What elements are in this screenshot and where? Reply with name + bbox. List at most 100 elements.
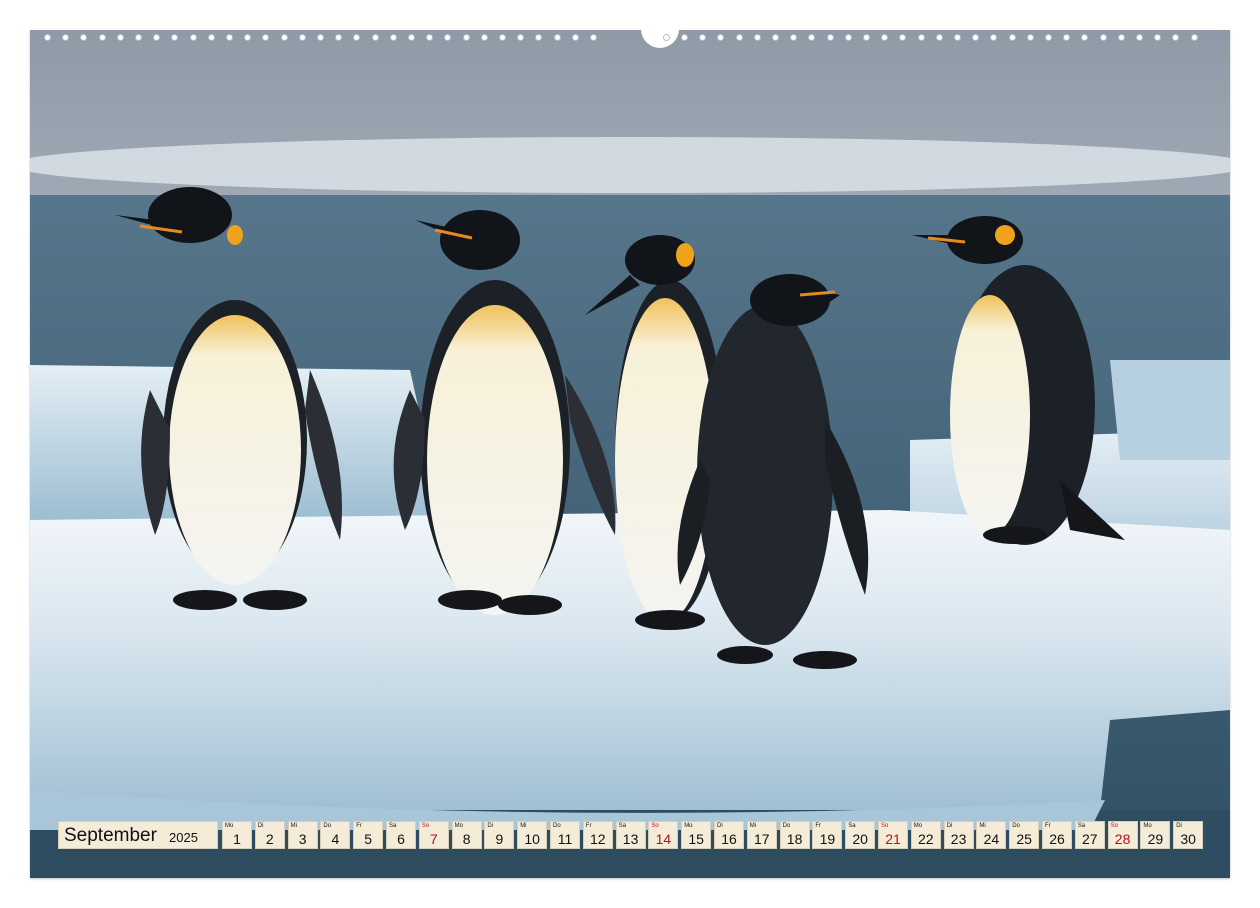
weekday-label: Do <box>782 823 791 829</box>
weekday-label: Mi <box>749 823 757 829</box>
calendar-day: Mo 29 <box>1140 821 1171 849</box>
day-number: 21 <box>885 831 901 847</box>
binding-hole <box>717 34 725 41</box>
month-year: 2025 <box>169 830 198 845</box>
day-number: 27 <box>1082 831 1098 847</box>
binding-hole <box>1045 34 1052 41</box>
binding-hole <box>954 34 961 41</box>
binding-hole <box>753 34 761 41</box>
binding-hole <box>280 34 288 41</box>
binding-hole <box>1026 34 1034 41</box>
day-number: 29 <box>1147 831 1164 847</box>
day-number: 18 <box>786 831 803 847</box>
binding-hole <box>590 34 597 41</box>
binding-hole <box>917 34 925 41</box>
binding-hole <box>990 34 998 41</box>
binding-hole <box>44 34 51 41</box>
weekday-label: Di <box>946 823 953 829</box>
month-name: September <box>64 825 157 846</box>
binding-hole <box>317 34 324 41</box>
binding-hole <box>1172 34 1180 41</box>
binding-hole <box>863 34 870 41</box>
calendar-day: Di 16 <box>714 821 744 849</box>
day-number: 12 <box>590 831 606 847</box>
weekday-label: Mo <box>1143 823 1152 829</box>
binding-hole <box>462 34 470 41</box>
calendar-day: Di 9 <box>484 821 515 849</box>
binding-hole <box>899 34 907 41</box>
calendar-day: Di 30 <box>1173 821 1204 849</box>
binding-hole <box>517 34 525 41</box>
binding-hole <box>80 34 88 41</box>
binding-hole <box>262 34 270 41</box>
calendar-day: Mi 17 <box>746 821 777 849</box>
calendar-day: Sa 6 <box>386 821 416 849</box>
binding-hole <box>790 34 798 41</box>
weekday-label: Fr <box>1045 823 1051 829</box>
weekday-label: Di <box>1176 823 1182 829</box>
day-number: 20 <box>852 831 868 847</box>
binding-hole <box>735 34 743 41</box>
calendar-day: Mi 10 <box>517 821 548 849</box>
calendar-day: Sa 20 <box>845 821 876 849</box>
weekday-label: Do <box>1012 823 1020 829</box>
binding-hole <box>935 34 943 41</box>
calendar-day: Do 25 <box>1009 821 1040 849</box>
calendar-day: Mo 1 <box>222 821 252 849</box>
weekday-label: Do <box>323 823 332 829</box>
weekday-label: Do <box>553 823 561 829</box>
calendar-day: Fr 12 <box>582 821 613 849</box>
binding-hole <box>98 34 106 41</box>
weekday-label: Di <box>257 823 264 829</box>
day-number: 10 <box>524 831 540 847</box>
weekday-label: Di <box>487 823 494 829</box>
binding-hole <box>171 34 179 41</box>
binding-hole <box>444 34 452 41</box>
binding-hole <box>881 34 889 41</box>
binding-hole <box>389 34 397 41</box>
day-number: 13 <box>622 831 639 847</box>
binding-hole <box>972 34 980 41</box>
calendar-day: Fr 19 <box>812 821 843 849</box>
weekday-label: Sa <box>389 823 397 829</box>
calendar-day: Di 2 <box>254 821 285 849</box>
day-number: 30 <box>1180 831 1196 847</box>
binding-hole <box>1063 34 1071 41</box>
binding-hole <box>135 34 142 41</box>
binding-hole <box>535 34 543 41</box>
binding-hole <box>699 34 707 41</box>
day-number: 9 <box>495 831 504 847</box>
weekday-label: Mi <box>290 823 297 829</box>
binding-hole <box>499 34 506 41</box>
weekday-label: Sa <box>618 823 626 829</box>
binding-hole <box>681 34 688 41</box>
weekday-label: Fr <box>585 823 592 829</box>
binding-hole <box>207 34 215 41</box>
day-number: 23 <box>950 831 967 847</box>
calendar-day: Do 18 <box>779 821 810 849</box>
day-number: 7 <box>429 831 438 847</box>
calendar-day: Sa 27 <box>1074 821 1105 849</box>
calendar-day: Mo 8 <box>451 821 482 849</box>
day-number: 4 <box>331 831 340 847</box>
day-number: 17 <box>754 831 770 847</box>
day-number: 25 <box>1016 831 1032 847</box>
weekday-label: Mi <box>979 823 986 829</box>
day-number: 24 <box>983 831 1000 847</box>
weekday-label: Fr <box>356 823 362 829</box>
weekday-label: Mo <box>913 823 923 829</box>
binding-hole <box>426 34 434 41</box>
weekday-label: Di <box>717 823 723 829</box>
day-number: 14 <box>655 831 672 847</box>
binding-hole <box>226 34 233 41</box>
calendar-day: So 7 <box>418 821 449 849</box>
weekday-label: Mo <box>454 823 463 829</box>
month-label: September 2025 <box>58 821 218 849</box>
day-number: 15 <box>688 831 704 847</box>
binding-hole <box>153 34 161 41</box>
day-number: 3 <box>298 831 307 847</box>
binding-hole <box>371 34 379 41</box>
calendar-day: Mo 22 <box>910 821 941 849</box>
penguin-photo <box>30 30 1230 878</box>
day-number: 5 <box>364 831 373 847</box>
